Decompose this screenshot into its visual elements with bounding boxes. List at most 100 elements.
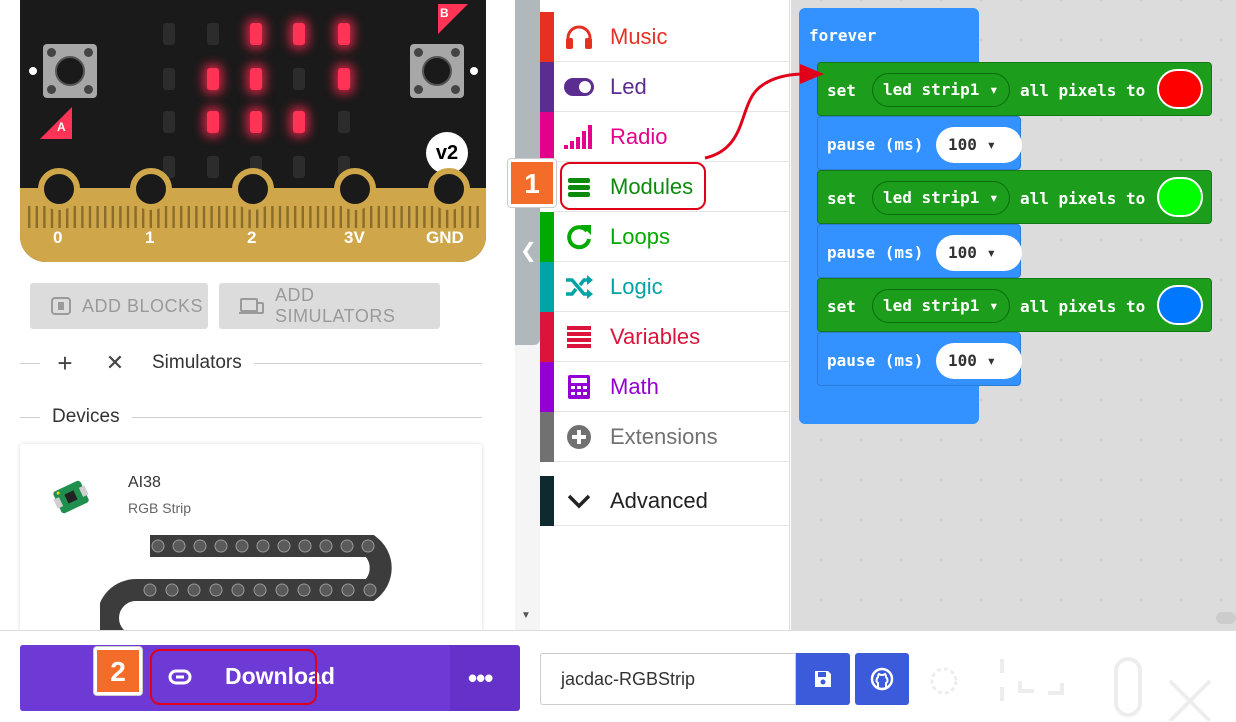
add-icon[interactable]: + <box>40 348 90 379</box>
button-b[interactable] <box>410 44 464 98</box>
strip-dropdown[interactable]: led strip1 ▾ <box>872 289 1010 323</box>
led-off <box>207 23 219 45</box>
category-label: Led <box>610 73 647 99</box>
color-swatch-red[interactable] <box>1157 69 1203 109</box>
led-off <box>163 23 175 45</box>
callout-1: 1 <box>508 159 556 207</box>
led-on <box>207 68 219 90</box>
led-off <box>163 68 175 90</box>
set-pixels-block[interactable]: set led strip1 ▾ all pixels to <box>817 170 1212 224</box>
pause-word: pause (ms) <box>827 243 924 262</box>
category-color-bar <box>540 362 554 412</box>
block-workspace[interactable]: forever set led strip1 ▾ all pixels to p… <box>791 0 1236 630</box>
pin-label: 0 <box>53 228 63 247</box>
callout-2: 2 <box>94 647 142 695</box>
led-on <box>293 23 305 45</box>
list-icon <box>564 322 594 352</box>
strip-name: led strip1 <box>883 188 980 207</box>
button-a[interactable] <box>43 44 97 98</box>
simulators-header: + ✕ Simulators <box>20 346 482 380</box>
category-color-bar <box>540 262 554 312</box>
horizontal-scrollbar[interactable] <box>1216 612 1236 624</box>
pin-1[interactable] <box>130 168 172 210</box>
bottom-bar: Download ••• 2 jacdac-RGBStrip <box>0 630 1236 722</box>
strip-name: led strip1 <box>883 296 980 315</box>
pause-value-dropdown[interactable]: 100 ▾ <box>936 127 1022 163</box>
category-label: Radio <box>610 123 668 149</box>
category-label: Logic <box>610 273 663 299</box>
refresh-icon <box>564 222 594 252</box>
strip-dropdown[interactable]: led strip1 ▾ <box>872 73 1010 107</box>
github-button[interactable] <box>855 653 909 705</box>
category-variables[interactable]: Variables <box>540 312 790 362</box>
category-loops[interactable]: Loops <box>540 212 790 262</box>
category-label: Music <box>610 23 668 49</box>
pin-0[interactable] <box>38 168 80 210</box>
divider <box>131 416 482 418</box>
category-extensions[interactable]: Extensions <box>540 412 790 462</box>
category-logic[interactable]: Logic <box>540 262 790 312</box>
simulator-panel: B A v2 0 1 2 3V GND ADD BLOCKS ADD SIMUL… <box>0 0 515 630</box>
edge-dot <box>470 67 478 75</box>
set-word: set <box>827 81 856 100</box>
edge-dot <box>29 67 37 75</box>
pin-2[interactable] <box>232 168 274 210</box>
pin-label: 3V <box>344 228 365 247</box>
toggle-icon <box>564 72 594 102</box>
action-text: all pixels to <box>1020 297 1146 316</box>
strip-dropdown[interactable]: led strip1 ▾ <box>872 181 1010 215</box>
project-name-input[interactable]: jacdac-RGBStrip <box>540 653 796 705</box>
scroll-down-icon[interactable]: ▼ <box>521 610 531 621</box>
color-swatch-blue[interactable] <box>1157 285 1203 325</box>
pause-block[interactable]: pause (ms) 100 ▾ <box>817 224 1022 278</box>
headphones-icon <box>564 22 594 52</box>
set-word: set <box>827 297 856 316</box>
device-card[interactable]: AI38 RGB Strip <box>20 444 482 630</box>
signal-bars-icon <box>564 122 594 152</box>
devices-label: Devices <box>52 406 120 427</box>
pause-word: pause (ms) <box>827 351 924 370</box>
led-on <box>250 111 262 133</box>
led-on <box>250 68 262 90</box>
category-label: Extensions <box>610 423 718 449</box>
category-color-bar <box>540 476 554 526</box>
pause-value-dropdown[interactable]: 100 ▾ <box>936 235 1022 271</box>
set-pixels-block[interactable]: set led strip1 ▾ all pixels to <box>817 278 1212 332</box>
pause-block[interactable]: pause (ms) 100 ▾ <box>817 116 1022 170</box>
device-module-icon <box>53 480 89 514</box>
save-button[interactable] <box>796 653 850 705</box>
pause-value-dropdown[interactable]: 100 ▾ <box>936 343 1022 379</box>
category-color-bar <box>540 62 554 112</box>
category-advanced[interactable]: Advanced <box>540 476 790 526</box>
pin-3v[interactable] <box>334 168 376 210</box>
button-b-label: B <box>440 6 449 20</box>
pin-gnd[interactable] <box>428 168 470 210</box>
strip-name: led strip1 <box>883 80 980 99</box>
category-label: Math <box>610 373 659 399</box>
category-label: Advanced <box>610 487 708 513</box>
add-blocks-label: ADD BLOCKS <box>82 295 204 316</box>
add-blocks-button[interactable]: ADD BLOCKS <box>30 283 208 329</box>
rgb-strip-visual <box>100 535 392 630</box>
simulators-label: Simulators <box>152 352 242 373</box>
add-simulators-button[interactable]: ADD SIMULATORS <box>219 283 440 329</box>
highlight-download <box>150 649 317 705</box>
github-icon <box>870 667 894 691</box>
category-math[interactable]: Math <box>540 362 790 412</box>
microbit-board[interactable]: B A v2 0 1 2 3V GND <box>20 0 486 262</box>
pause-block[interactable]: pause (ms) 100 ▾ <box>817 332 1022 386</box>
category-color-bar <box>540 412 554 462</box>
action-text: all pixels to <box>1020 81 1146 100</box>
more-options-button[interactable]: ••• <box>468 663 493 694</box>
color-swatch-green[interactable] <box>1157 177 1203 217</box>
led-on <box>293 111 305 133</box>
category-color-bar <box>540 12 554 62</box>
close-icon[interactable]: ✕ <box>90 350 140 376</box>
set-word: set <box>827 189 856 208</box>
add-simulators-label: ADD SIMULATORS <box>275 285 396 326</box>
forever-label: forever <box>809 26 877 45</box>
category-music[interactable]: Music <box>540 12 790 62</box>
set-pixels-block[interactable]: set led strip1 ▾ all pixels to <box>817 62 1212 116</box>
pause-value: 100 <box>948 243 977 262</box>
devices-icon <box>239 298 264 314</box>
